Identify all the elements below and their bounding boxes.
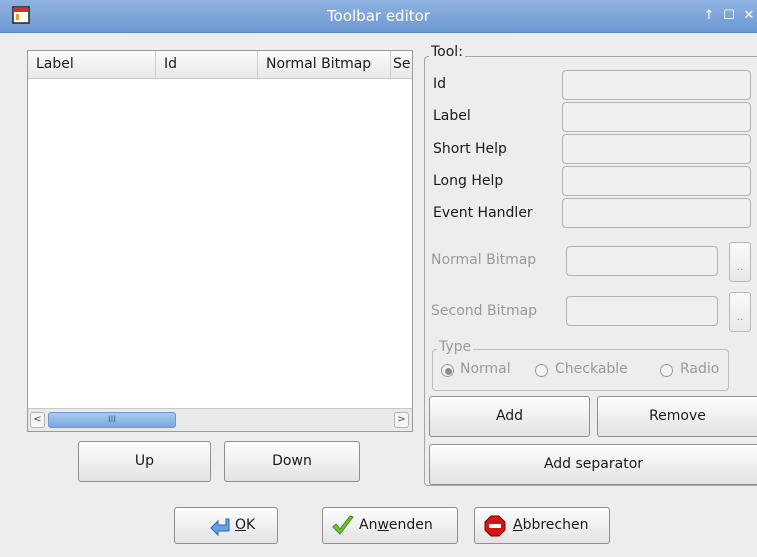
up-button[interactable]: Up	[78, 441, 211, 482]
tool-group-label: Tool:	[429, 44, 465, 60]
radio-checkable-label[interactable]: Checkable	[555, 361, 628, 377]
column-header-id[interactable]: Id	[156, 51, 258, 78]
window-title: Toolbar editor	[327, 7, 430, 25]
check-icon	[332, 515, 354, 535]
short-help-field[interactable]	[562, 134, 751, 164]
scroll-left-icon[interactable]: <	[30, 412, 45, 428]
label-field[interactable]	[562, 102, 751, 132]
stop-icon	[484, 515, 506, 537]
radio-radio-label[interactable]: Radio	[680, 361, 719, 377]
radio-normal[interactable]	[441, 364, 454, 377]
column-header-normal-bitmap[interactable]: Normal Bitmap	[258, 51, 391, 78]
short-help-label: Short Help	[433, 141, 507, 157]
ok-button[interactable]: OK	[174, 507, 278, 544]
help-arrow-icon[interactable]: ↑	[701, 8, 717, 24]
normal-bitmap-label: Normal Bitmap	[431, 252, 537, 268]
tool-list[interactable]: Label Id Normal Bitmap Se < III >	[27, 50, 413, 432]
add-button[interactable]: Add	[429, 396, 590, 437]
second-bitmap-browse-button[interactable]: ..	[729, 292, 751, 332]
scroll-right-icon[interactable]: >	[394, 412, 409, 428]
event-handler-label: Event Handler	[433, 205, 533, 221]
radio-normal-label[interactable]: Normal	[460, 361, 511, 377]
column-header-second-bitmap[interactable]: Se	[391, 51, 412, 78]
normal-bitmap-browse-button[interactable]: ..	[729, 242, 751, 282]
radio-radio[interactable]	[660, 364, 673, 377]
event-handler-field[interactable]	[562, 198, 751, 228]
remove-button[interactable]: Remove	[597, 396, 757, 437]
id-field[interactable]	[562, 70, 751, 100]
close-icon[interactable]: ✕	[741, 8, 757, 24]
apply-button[interactable]: Anwenden	[322, 507, 458, 544]
scroll-thumb[interactable]: III	[48, 412, 176, 428]
long-help-label: Long Help	[433, 173, 504, 189]
radio-checkable[interactable]	[535, 364, 548, 377]
type-group-label: Type	[437, 339, 474, 355]
horizontal-scrollbar[interactable]: < III >	[28, 408, 412, 431]
add-separator-button[interactable]: Add separator	[429, 444, 757, 485]
list-header: Label Id Normal Bitmap Se	[28, 51, 412, 79]
ok-label: OK	[235, 517, 256, 533]
cancel-label: Abbrechen	[513, 517, 589, 533]
second-bitmap-label: Second Bitmap	[431, 303, 538, 319]
apply-label: Anwenden	[359, 517, 433, 533]
down-button[interactable]: Down	[224, 441, 360, 482]
normal-bitmap-field[interactable]	[566, 246, 718, 276]
column-header-label[interactable]: Label	[28, 51, 156, 78]
long-help-field[interactable]	[562, 166, 751, 196]
second-bitmap-field[interactable]	[566, 296, 718, 326]
ok-arrow-icon	[210, 518, 230, 536]
maximize-icon[interactable]: ☐	[721, 8, 737, 24]
id-label: Id	[433, 76, 447, 92]
cancel-button[interactable]: Abbrechen	[474, 507, 610, 544]
label-label: Label	[433, 108, 471, 124]
